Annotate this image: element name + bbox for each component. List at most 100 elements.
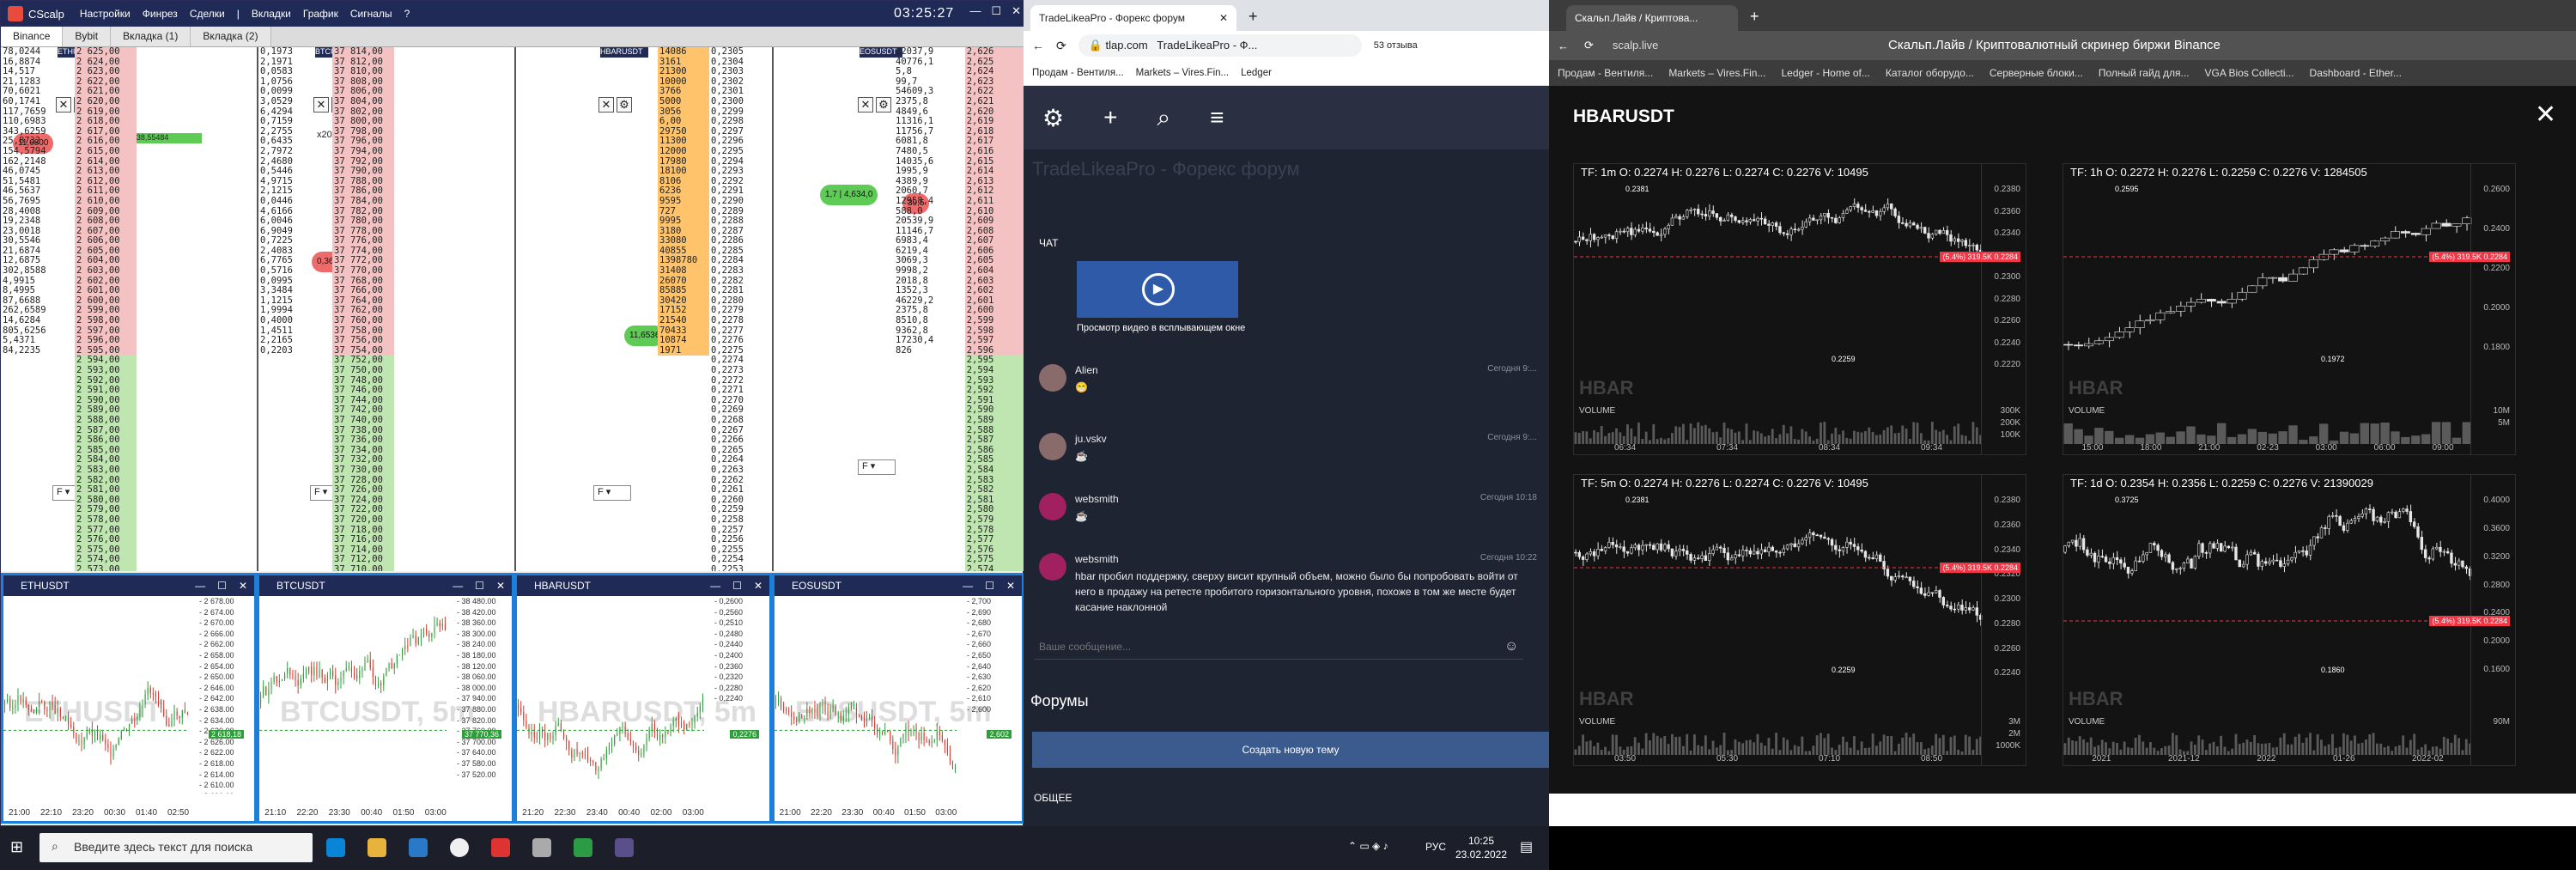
calculator-icon[interactable] (532, 838, 551, 857)
dom-row[interactable]: 2 578,00 (1, 514, 258, 526)
dom-row[interactable]: 1,0756 37 808,00 (258, 76, 516, 88)
dom-row[interactable]: 2,591 (894, 395, 1024, 406)
dom-row[interactable]: 6,00 0,2298 (658, 117, 774, 127)
chart-panel-ethusdt[interactable]: ETHUSDT — ☐ ✕ ETHUSDT - 2 678.00- 2 674.00-… (1, 573, 257, 824)
dom-row[interactable]: 37 738,00 (258, 425, 516, 436)
dom-row[interactable]: 2 585,00 (1, 445, 258, 456)
author[interactable]: websmith (1075, 493, 1119, 505)
close-icon[interactable]: ✕ (496, 575, 505, 596)
menu-chart[interactable]: График (303, 8, 338, 20)
close-icon[interactable]: ✕ (598, 97, 614, 113)
app-icon[interactable] (574, 838, 592, 857)
dom-row[interactable]: 0,0099 37 806,00 (258, 87, 516, 97)
dom-row[interactable]: 2,2755 37 798,00 (258, 126, 516, 137)
dom-row[interactable]: 9998,2 2,604 (894, 265, 1024, 277)
dom-row[interactable]: 1995,9 2,614 (894, 167, 1024, 177)
author[interactable]: Alien (1075, 364, 1098, 376)
dom-row[interactable]: 2,583 (894, 475, 1024, 486)
dom-row[interactable]: 8510,8 2,599 (894, 315, 1024, 326)
dom-row[interactable]: 14086 0,2305 (658, 47, 774, 58)
dom-row[interactable]: 2,589 (894, 415, 1024, 426)
tab-binance[interactable]: Binance (1, 27, 64, 46)
dom-row[interactable]: 1,4511 37 758,00 (258, 325, 516, 337)
dom-row[interactable]: 2,584 (894, 465, 1024, 476)
settings-icon[interactable]: ⚙ (876, 97, 891, 113)
new-tab-icon[interactable]: + (1750, 8, 1759, 26)
reload-icon[interactable]: ⟳ (1584, 39, 1594, 52)
dom-row[interactable]: 2 586,00 (1, 435, 258, 446)
dom-row[interactable]: 14,6284 2 598,00 (1, 315, 258, 326)
dom-row[interactable]: 37 736,00 (258, 435, 516, 446)
dom-row[interactable]: 17230,4 2,597 (894, 336, 1024, 346)
dom-row[interactable]: 2,586 (894, 445, 1024, 456)
bookmark-item[interactable]: Продам - Вентиля... (1032, 68, 1124, 78)
settings-icon[interactable]: ⚙ (617, 97, 632, 113)
dom-row[interactable]: 0,2266 (658, 435, 774, 446)
dom-row[interactable]: 2,576 (894, 545, 1024, 556)
dom-row[interactable]: 2 580,00 (1, 495, 258, 506)
dom-row[interactable]: 0,2263 (658, 465, 774, 476)
minimize-icon[interactable]: — (710, 575, 720, 596)
tray-icons[interactable]: ⌃ ▭ ◈ ♪ (1348, 840, 1388, 852)
general-section[interactable]: ОБЩЕЕ (1034, 792, 1072, 804)
dom-row[interactable]: 2,581 (894, 495, 1024, 506)
dom-row[interactable]: 2,574 (894, 564, 1024, 571)
dom-row[interactable]: 37 724,00 (258, 495, 516, 506)
dom-row[interactable]: 0,4000 37 760,00 (258, 315, 516, 326)
dom-row[interactable]: 6,0046 37 780,00 (258, 216, 516, 227)
dom-row[interactable]: 37 748,00 (258, 375, 516, 386)
maximize-icon[interactable]: ☐ (985, 575, 994, 596)
dom-row[interactable]: 2 583,00 (1, 465, 258, 476)
dom-row[interactable]: 2 581,00 (1, 485, 258, 496)
chart-5m[interactable]: TF: 5m O: 0.2274 H: 0.2276 L: 0.2274 C: … (1573, 474, 2026, 766)
dom-row[interactable]: 40776,1 2,625 (894, 57, 1024, 68)
dom-row[interactable]: 2 588,00 (1, 415, 258, 426)
dom-row[interactable]: 2 575,00 (1, 545, 258, 556)
back-icon[interactable]: ← (1558, 40, 1569, 52)
dom-row[interactable]: 2 587,00 (1, 425, 258, 436)
dom-row[interactable]: 60,1741 2 620,00 (1, 96, 258, 107)
minimize-icon[interactable]: — (195, 575, 205, 596)
dom-row[interactable]: 37 734,00 (258, 445, 516, 456)
minimize-icon[interactable]: — (969, 4, 981, 18)
dom-row[interactable]: 37 740,00 (258, 415, 516, 426)
dom-row[interactable]: 37 722,00 (258, 505, 516, 515)
dom-row[interactable]: 37 746,00 (258, 386, 516, 396)
avatar[interactable] (1039, 493, 1066, 520)
dom-row[interactable]: 0,2256 (658, 534, 774, 545)
menu-deals[interactable]: Сделки (190, 8, 225, 20)
dom-row[interactable]: 2,4680 37 792,00 (258, 156, 516, 167)
dom-row[interactable]: 0,2268 (658, 415, 774, 426)
windows-start-icon[interactable]: ⊞ (10, 838, 29, 857)
dom-row[interactable]: 1,9994 37 762,00 (258, 306, 516, 317)
tab-vkladka-2[interactable]: Вкладка (2) (191, 27, 271, 46)
dom-row[interactable]: 2,7972 37 794,00 (258, 146, 516, 157)
dom-row[interactable]: 2 593,00 (1, 365, 258, 376)
dom-row[interactable]: 1,1215 37 764,00 (258, 295, 516, 307)
play-icon[interactable]: ▶ (1142, 273, 1175, 306)
close-icon[interactable]: ✕ (858, 97, 873, 113)
bookmark-item[interactable]: Markets – Vires.Fin... (1136, 68, 1229, 78)
dom-row[interactable]: 2 584,00 (1, 455, 258, 465)
dom-row[interactable]: 12000 0,2295 (658, 146, 774, 157)
dom-row[interactable]: 37 718,00 (258, 525, 516, 536)
video-caption[interactable]: Просмотр видео в всплывающем окне (1077, 323, 1245, 333)
notifications-icon[interactable]: ▤ (1520, 838, 1533, 855)
chart-panel-eosusdt[interactable]: EOSUSDT — ☐ ✕ EOSUSDT, 5m - 2,700- 2,690- 2… (772, 573, 1024, 824)
chart-panel-hbarusdt[interactable]: HBARUSDT — ☐ ✕ HBARUSDT, 5m - 0,2600- 0,256… (514, 573, 772, 824)
dom-row[interactable]: 2,592 (894, 386, 1024, 396)
taskbar-search[interactable]: ⌕ Введите здесь текст для поиска (39, 833, 313, 862)
chart-1d[interactable]: TF: 1d O: 0.2354 H: 0.2356 L: 0.2259 C: … (2063, 474, 2516, 766)
dom-row[interactable]: 2,582 (894, 485, 1024, 496)
bookmark-item[interactable]: Markets – Vires.Fin... (1668, 67, 1765, 79)
ticker-label[interactable]: HBARUSDT (600, 47, 648, 58)
dom-row[interactable]: 78,0244 2 625,00 (1, 47, 258, 58)
dom-row[interactable]: 6,7765 37 772,00 (258, 256, 516, 267)
maximize-icon[interactable]: ☐ (475, 575, 484, 596)
bookmark-item[interactable]: Dashboard - Ether... (2310, 67, 2402, 79)
back-icon[interactable]: ← (1032, 39, 1044, 52)
bookmark-item[interactable]: Ledger (1241, 68, 1272, 78)
add-icon[interactable]: + (1103, 104, 1117, 131)
dom-row[interactable]: 2 589,00 (1, 405, 258, 416)
dom-row[interactable]: 37 750,00 (258, 365, 516, 376)
